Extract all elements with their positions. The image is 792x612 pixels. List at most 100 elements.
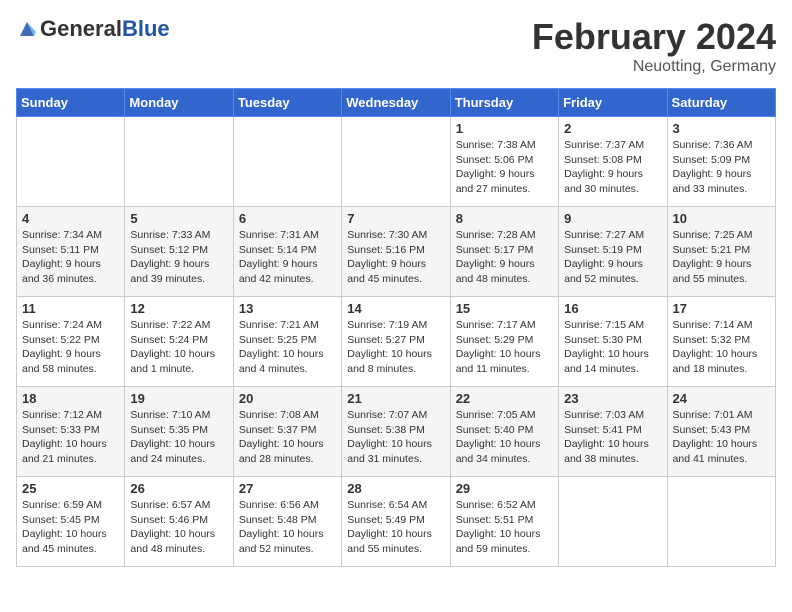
day-info: Sunrise: 6:59 AMSunset: 5:45 PMDaylight:… xyxy=(22,498,119,557)
day-info: Sunrise: 7:24 AMSunset: 5:22 PMDaylight:… xyxy=(22,318,119,377)
calendar-cell xyxy=(17,117,125,207)
day-info: Sunrise: 7:05 AMSunset: 5:40 PMDaylight:… xyxy=(456,408,553,467)
calendar-cell: 17 Sunrise: 7:14 AMSunset: 5:32 PMDayligh… xyxy=(667,297,775,387)
day-number: 4 xyxy=(22,211,119,226)
day-number: 8 xyxy=(456,211,553,226)
calendar-cell xyxy=(559,477,667,567)
day-number: 21 xyxy=(347,391,444,406)
calendar-cell: 20 Sunrise: 7:08 AMSunset: 5:37 PMDayligh… xyxy=(233,387,341,477)
calendar-cell: 22 Sunrise: 7:05 AMSunset: 5:40 PMDayligh… xyxy=(450,387,558,477)
day-number: 22 xyxy=(456,391,553,406)
day-info: Sunrise: 7:25 AMSunset: 5:21 PMDaylight:… xyxy=(673,228,770,287)
calendar-cell: 23 Sunrise: 7:03 AMSunset: 5:41 PMDayligh… xyxy=(559,387,667,477)
day-number: 23 xyxy=(564,391,661,406)
day-number: 25 xyxy=(22,481,119,496)
day-number: 9 xyxy=(564,211,661,226)
calendar-cell: 9 Sunrise: 7:27 AMSunset: 5:19 PMDaylight… xyxy=(559,207,667,297)
day-info: Sunrise: 7:07 AMSunset: 5:38 PMDaylight:… xyxy=(347,408,444,467)
calendar-cell: 18 Sunrise: 7:12 AMSunset: 5:33 PMDayligh… xyxy=(17,387,125,477)
calendar-cell: 26 Sunrise: 6:57 AMSunset: 5:46 PMDayligh… xyxy=(125,477,233,567)
calendar-cell: 1Sunrise: 7:38 AMSunset: 5:06 PMDaylight… xyxy=(450,117,558,207)
day-number: 11 xyxy=(22,301,119,316)
calendar-cell: 15 Sunrise: 7:17 AMSunset: 5:29 PMDayligh… xyxy=(450,297,558,387)
weekday-header-saturday: Saturday xyxy=(667,89,775,117)
day-info: Sunrise: 6:57 AMSunset: 5:46 PMDaylight:… xyxy=(130,498,227,557)
weekday-header-monday: Monday xyxy=(125,89,233,117)
day-info: Sunrise: 7:27 AMSunset: 5:19 PMDaylight:… xyxy=(564,228,661,287)
day-number: 24 xyxy=(673,391,770,406)
day-info: Sunrise: 6:54 AMSunset: 5:49 PMDaylight:… xyxy=(347,498,444,557)
day-info: Sunrise: 7:12 AMSunset: 5:33 PMDaylight:… xyxy=(22,408,119,467)
day-number: 6 xyxy=(239,211,336,226)
calendar-cell: 6 Sunrise: 7:31 AMSunset: 5:14 PMDaylight… xyxy=(233,207,341,297)
calendar-cell: 24 Sunrise: 7:01 AMSunset: 5:43 PMDayligh… xyxy=(667,387,775,477)
location-title: Neuotting, Germany xyxy=(532,58,776,76)
day-number: 28 xyxy=(347,481,444,496)
day-number: 10 xyxy=(673,211,770,226)
calendar-cell: 13Sunrise: 7:21 AMSunset: 5:25 PMDayligh… xyxy=(233,297,341,387)
day-number: 17 xyxy=(673,301,770,316)
day-number: 14 xyxy=(347,301,444,316)
day-info: Sunrise: 7:03 AMSunset: 5:41 PMDaylight:… xyxy=(564,408,661,467)
calendar-cell: 19Sunrise: 7:10 AMSunset: 5:35 PMDayligh… xyxy=(125,387,233,477)
day-info: Sunrise: 7:14 AMSunset: 5:32 PMDaylight:… xyxy=(673,318,770,377)
day-info: Sunrise: 7:22 AMSunset: 5:24 PMDaylight:… xyxy=(130,318,227,377)
calendar-cell: 27Sunrise: 6:56 AMSunset: 5:48 PMDayligh… xyxy=(233,477,341,567)
day-info: Sunrise: 7:01 AMSunset: 5:43 PMDaylight:… xyxy=(673,408,770,467)
day-number: 12 xyxy=(130,301,227,316)
day-info: Sunrise: 7:19 AMSunset: 5:27 PMDaylight:… xyxy=(347,318,444,377)
day-number: 29 xyxy=(456,481,553,496)
calendar-cell: 29 Sunrise: 6:52 AMSunset: 5:51 PMDayligh… xyxy=(450,477,558,567)
day-info: Sunrise: 6:52 AMSunset: 5:51 PMDaylight:… xyxy=(456,498,553,557)
day-info: Sunrise: 7:15 AMSunset: 5:30 PMDaylight:… xyxy=(564,318,661,377)
day-number: 2 xyxy=(564,121,661,136)
day-number: 3 xyxy=(673,121,770,136)
calendar-cell: 3 Sunrise: 7:36 AMSunset: 5:09 PMDaylight… xyxy=(667,117,775,207)
day-info: Sunrise: 7:33 AMSunset: 5:12 PMDaylight:… xyxy=(130,228,227,287)
calendar-cell: 8 Sunrise: 7:28 AMSunset: 5:17 PMDaylight… xyxy=(450,207,558,297)
calendar-cell: 28 Sunrise: 6:54 AMSunset: 5:49 PMDayligh… xyxy=(342,477,450,567)
calendar-cell xyxy=(342,117,450,207)
calendar-cell: 25 Sunrise: 6:59 AMSunset: 5:45 PMDayligh… xyxy=(17,477,125,567)
day-number: 5 xyxy=(130,211,227,226)
day-info: Sunrise: 7:31 AMSunset: 5:14 PMDaylight:… xyxy=(239,228,336,287)
day-number: 18 xyxy=(22,391,119,406)
day-number: 16 xyxy=(564,301,661,316)
day-number: 15 xyxy=(456,301,553,316)
day-info: Sunrise: 6:56 AMSunset: 5:48 PMDaylight:… xyxy=(239,498,336,557)
page-header: GeneralBlue February 2024 Neuotting, Ger… xyxy=(16,16,776,76)
day-info: Sunrise: 7:37 AMSunset: 5:08 PMDaylight:… xyxy=(564,138,661,197)
day-info: Sunrise: 7:36 AMSunset: 5:09 PMDaylight:… xyxy=(673,138,770,197)
weekday-header-sunday: Sunday xyxy=(17,89,125,117)
weekday-header-tuesday: Tuesday xyxy=(233,89,341,117)
calendar-cell: 16 Sunrise: 7:15 AMSunset: 5:30 PMDayligh… xyxy=(559,297,667,387)
calendar-cell: 11 Sunrise: 7:24 AMSunset: 5:22 PMDayligh… xyxy=(17,297,125,387)
day-number: 26 xyxy=(130,481,227,496)
day-info: Sunrise: 7:34 AMSunset: 5:11 PMDaylight:… xyxy=(22,228,119,287)
weekday-header-thursday: Thursday xyxy=(450,89,558,117)
day-info: Sunrise: 7:28 AMSunset: 5:17 PMDaylight:… xyxy=(456,228,553,287)
logo-blue: Blue xyxy=(122,16,170,42)
day-info: Sunrise: 7:30 AMSunset: 5:16 PMDaylight:… xyxy=(347,228,444,287)
calendar-cell: 21 Sunrise: 7:07 AMSunset: 5:38 PMDayligh… xyxy=(342,387,450,477)
day-number: 7 xyxy=(347,211,444,226)
logo-general: General xyxy=(40,16,122,42)
day-info: Sunrise: 7:17 AMSunset: 5:29 PMDaylight:… xyxy=(456,318,553,377)
calendar-cell: 12 Sunrise: 7:22 AMSunset: 5:24 PMDayligh… xyxy=(125,297,233,387)
calendar-cell: 10 Sunrise: 7:25 AMSunset: 5:21 PMDayligh… xyxy=(667,207,775,297)
day-info: Sunrise: 7:21 AMSunset: 5:25 PMDaylight:… xyxy=(239,318,336,377)
calendar-cell: 4 Sunrise: 7:34 AMSunset: 5:11 PMDaylight… xyxy=(17,207,125,297)
logo: GeneralBlue xyxy=(16,16,170,42)
calendar-cell: 2 Sunrise: 7:37 AMSunset: 5:08 PMDaylight… xyxy=(559,117,667,207)
day-info: Sunrise: 7:10 AMSunset: 5:35 PMDaylight:… xyxy=(130,408,227,467)
day-number: 20 xyxy=(239,391,336,406)
day-info: Sunrise: 7:08 AMSunset: 5:37 PMDaylight:… xyxy=(239,408,336,467)
calendar-cell: 14 Sunrise: 7:19 AMSunset: 5:27 PMDayligh… xyxy=(342,297,450,387)
weekday-header-friday: Friday xyxy=(559,89,667,117)
calendar-cell xyxy=(125,117,233,207)
calendar-cell xyxy=(233,117,341,207)
calendar-table: SundayMondayTuesdayWednesdayThursdayFrid… xyxy=(16,88,776,567)
month-title: February 2024 xyxy=(532,16,776,58)
day-number: 1 xyxy=(456,121,553,136)
calendar-cell: 7 Sunrise: 7:30 AMSunset: 5:16 PMDaylight… xyxy=(342,207,450,297)
